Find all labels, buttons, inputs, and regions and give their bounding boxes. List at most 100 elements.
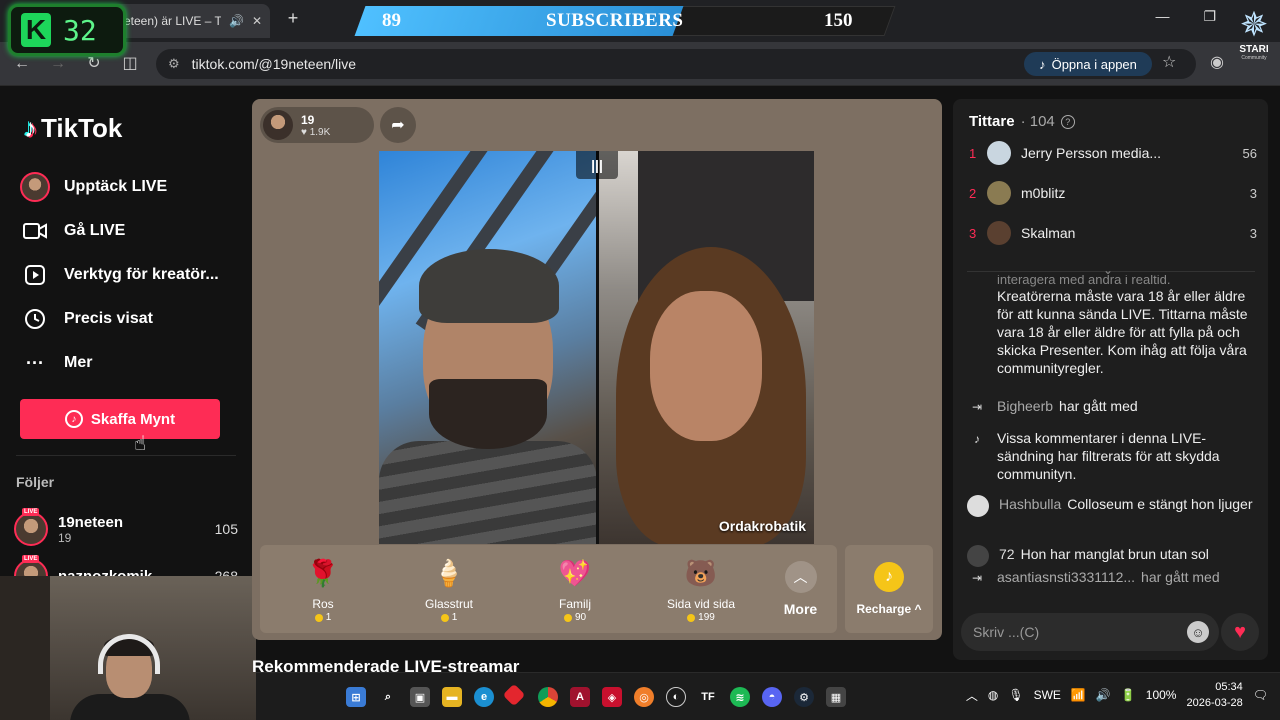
top-viewer-row[interactable]: 2 m0blitz 3 bbox=[969, 177, 1257, 209]
gift-item[interactable]: 🌹 Ros 1 bbox=[260, 545, 386, 633]
logo-text: TikTok bbox=[41, 113, 123, 143]
get-coins-button[interactable]: ♪ Skaffa Mynt bbox=[20, 399, 220, 439]
wifi-icon[interactable]: 📶 bbox=[1071, 688, 1086, 702]
brand-name: STARI bbox=[1239, 44, 1269, 55]
info-icon[interactable]: ? bbox=[1060, 114, 1075, 129]
streamer-webcam bbox=[0, 576, 256, 720]
more-gifts-button[interactable]: ︿ More bbox=[764, 545, 837, 633]
like-heart-button[interactable]: ♥ bbox=[1221, 613, 1259, 651]
live-tag: LIVE bbox=[22, 555, 40, 563]
guest-video[interactable]: Ordakrobatik bbox=[598, 151, 814, 544]
host-name: 19 bbox=[301, 112, 315, 127]
gift-price: 90 bbox=[574, 612, 587, 623]
chat-username[interactable]: Bigheerb bbox=[997, 398, 1053, 414]
browser-tab[interactable]: eteen) är LIVE – Ti 🔊 ✕ bbox=[110, 4, 270, 38]
chat-username[interactable]: 72 bbox=[999, 546, 1015, 562]
nav-label: Mer bbox=[64, 354, 93, 371]
viewer-name: Skalman bbox=[1021, 225, 1076, 241]
nav-label: Precis visat bbox=[64, 310, 153, 327]
task-view-icon[interactable]: ▣ bbox=[410, 687, 430, 707]
tiktok-logo[interactable]: ♪ TikTok bbox=[24, 113, 122, 144]
chat-text: har gått med bbox=[1059, 398, 1138, 414]
steam-icon[interactable]: ⚙ bbox=[794, 687, 814, 707]
host-info[interactable]: 19 ♥ 1.9K bbox=[260, 107, 374, 143]
chevron-up-icon[interactable]: ︿ bbox=[966, 687, 978, 704]
chat-filter-notice: Vissa kommentarer i denna LIVE-sändning … bbox=[997, 430, 1220, 482]
adobe-icon[interactable]: A bbox=[570, 687, 590, 707]
edge-icon[interactable]: e bbox=[474, 687, 494, 707]
top-viewer-row[interactable]: 1 Jerry Persson media... 56 bbox=[969, 137, 1257, 169]
gift-bar: 🌹 Ros 1 🍦 Glasstrut 1 💖 Familj 90 🐻 Sida… bbox=[260, 545, 837, 633]
avatar[interactable] bbox=[967, 545, 989, 567]
bookmark-star-icon[interactable]: ☆ bbox=[1162, 52, 1182, 76]
chat-input[interactable]: Skriv ...(C) ☺ bbox=[961, 613, 1219, 651]
maximize-icon[interactable]: ❐ bbox=[1203, 8, 1216, 25]
video-divider bbox=[596, 151, 599, 544]
heart-icon: ♥ bbox=[301, 126, 307, 138]
chat-username[interactable]: Hashbulla bbox=[999, 496, 1061, 512]
system-tray: ︿ ◍ 🎙 SWE 📶 🔊 🔋 100% 05:34 2026-03-28 🗨 bbox=[966, 679, 1268, 711]
nav-go-live[interactable]: Gå LIVE bbox=[20, 213, 240, 249]
viewers-chat-panel: Tittare · 104 ? 1 Jerry Persson media...… bbox=[953, 99, 1268, 660]
chat-username[interactable]: asantiasnsti3331112... bbox=[997, 569, 1135, 585]
viewer-rank: 1 bbox=[969, 145, 977, 161]
viewers-title: Tittare bbox=[969, 113, 1015, 130]
avatar[interactable] bbox=[967, 495, 989, 517]
gift-item[interactable]: 🐻 Sida vid sida 199 bbox=[638, 545, 764, 633]
app-diamond-icon[interactable] bbox=[502, 683, 526, 707]
coin-icon bbox=[563, 613, 572, 622]
nav-recently-viewed[interactable]: Precis visat bbox=[20, 301, 240, 337]
clock[interactable]: 05:34 2026-03-28 bbox=[1186, 679, 1242, 711]
sidebar-divider bbox=[16, 455, 236, 456]
open-in-app-button[interactable]: ♪ Öppna i appen bbox=[1024, 52, 1152, 76]
new-tab-button[interactable]: + bbox=[282, 8, 304, 32]
join-icon: ⇥ bbox=[971, 400, 983, 414]
gift-name: Ros bbox=[312, 597, 334, 611]
app-tray-icon[interactable]: ◍ bbox=[988, 688, 998, 702]
guest-name-label: Ordakrobatik bbox=[718, 518, 806, 534]
recharge-button[interactable]: ♪ Recharge ^ bbox=[845, 545, 933, 633]
calculator-icon[interactable]: ▦ bbox=[826, 687, 846, 707]
discord-icon[interactable]: ◓ bbox=[762, 687, 782, 707]
kick-viewer-badge: K 32 bbox=[8, 4, 126, 56]
app-orange-icon[interactable]: ◎ bbox=[634, 687, 654, 707]
viewer-rank: 2 bbox=[969, 185, 977, 201]
split-view-icon[interactable]: ◫ bbox=[118, 52, 142, 76]
profile-icon[interactable]: ◉ bbox=[1210, 52, 1234, 76]
tf-app-icon[interactable]: TF bbox=[698, 687, 718, 707]
nav-discover-live[interactable]: Upptäck LIVE bbox=[20, 169, 240, 205]
host-video[interactable] bbox=[379, 151, 597, 544]
spotify-icon[interactable]: ≋ bbox=[730, 687, 750, 707]
kick-viewer-count: 32 bbox=[63, 13, 97, 47]
search-icon[interactable]: ⌕ bbox=[378, 687, 398, 707]
viewer-rank: 3 bbox=[969, 225, 977, 241]
notification-icon[interactable]: 🗨 bbox=[1253, 688, 1268, 702]
minimize-icon[interactable]: — bbox=[1155, 8, 1169, 25]
share-button[interactable]: ➦ bbox=[380, 107, 416, 143]
tab-close-icon[interactable]: ✕ bbox=[252, 14, 262, 28]
nav-creator-tools[interactable]: Verktyg för kreatör... bbox=[20, 257, 240, 293]
gift-item[interactable]: 💖 Familj 90 bbox=[512, 545, 638, 633]
start-icon[interactable]: ⊞ bbox=[346, 687, 366, 707]
share-arrow-icon: ➦ bbox=[391, 117, 405, 134]
avatar: LIVE bbox=[14, 508, 48, 546]
shield-icon[interactable]: ◈ bbox=[602, 687, 622, 707]
speaker-icon[interactable]: 🔊 bbox=[229, 14, 244, 28]
viewers-count: · 104 bbox=[1020, 113, 1055, 130]
gift-item[interactable]: 🍦 Glasstrut 1 bbox=[386, 545, 512, 633]
nav-more[interactable]: ··· Mer bbox=[20, 345, 240, 381]
language-indicator[interactable]: SWE bbox=[1034, 688, 1061, 702]
file-explorer-icon[interactable]: ▬ bbox=[442, 687, 462, 707]
site-settings-icon[interactable]: ⚙ bbox=[168, 56, 180, 72]
following-item[interactable]: LIVE 19neteen 19 105 bbox=[14, 508, 238, 548]
emoji-icon[interactable]: ☺ bbox=[1187, 621, 1209, 643]
obs-icon[interactable]: ◐ bbox=[666, 687, 686, 707]
coin-icon bbox=[440, 613, 449, 622]
audio-bars-icon[interactable]: ||| bbox=[576, 151, 618, 179]
following-sub: 19 bbox=[58, 530, 72, 545]
top-viewer-row[interactable]: 3 Skalman 3 bbox=[969, 217, 1257, 249]
microphone-icon[interactable]: 🎙 bbox=[1008, 688, 1023, 702]
volume-icon[interactable]: 🔊 bbox=[1096, 688, 1111, 702]
video-camera-icon bbox=[20, 216, 50, 246]
chrome-icon[interactable] bbox=[538, 687, 558, 707]
